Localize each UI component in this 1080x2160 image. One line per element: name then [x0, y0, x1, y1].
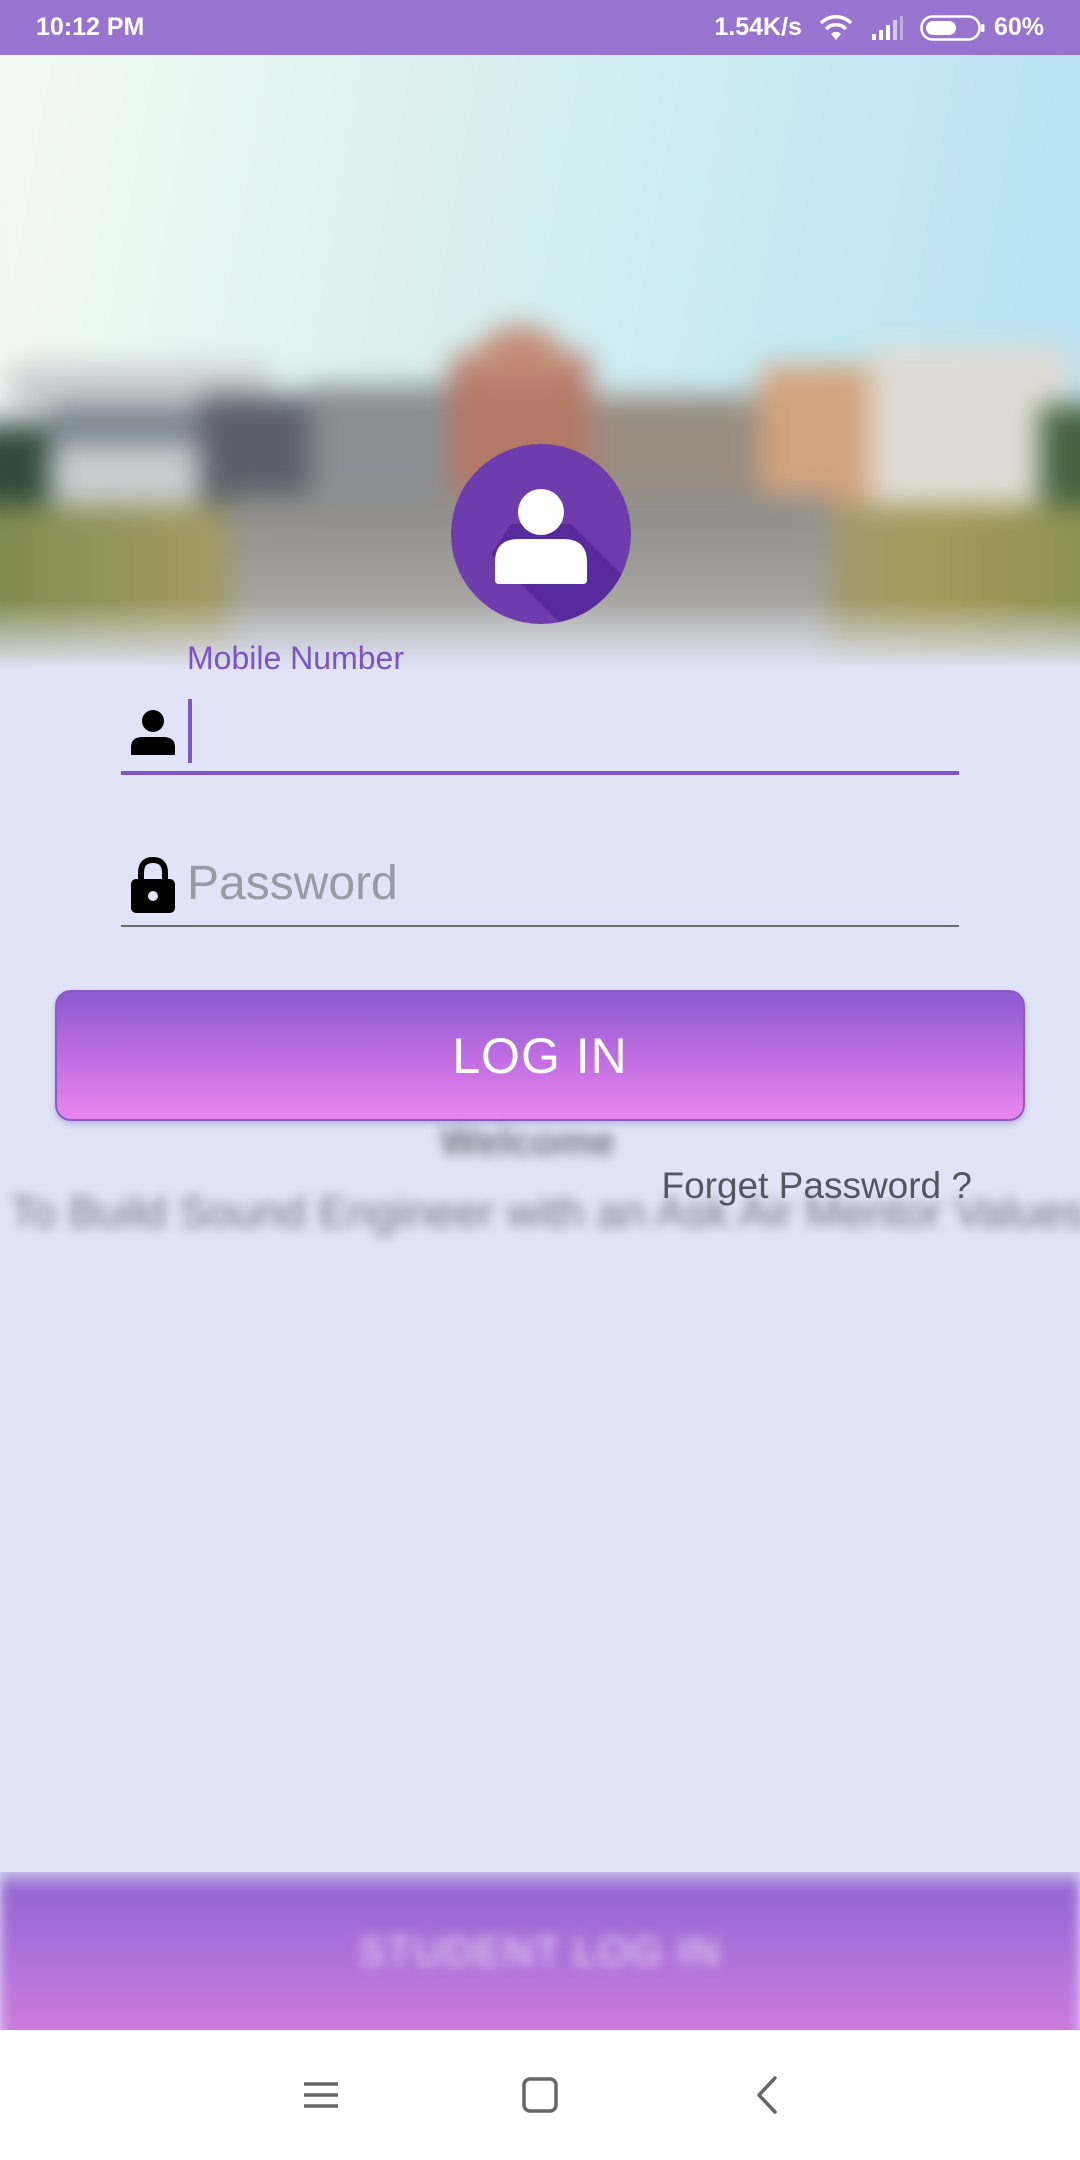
login-button[interactable]: LOG IN: [55, 990, 1025, 1121]
login-screen: 10:12 PM 1.54K/s 60% Mobile Number LOG I…: [0, 0, 1080, 2160]
password-input[interactable]: [187, 845, 947, 921]
status-bar: 10:12 PM 1.54K/s 60%: [0, 0, 1080, 55]
back-icon[interactable]: [743, 2070, 793, 2120]
welcome-blurred-text: Welcome: [440, 1120, 615, 1164]
mobile-number-label: Mobile Number: [187, 640, 404, 676]
status-time: 10:12 PM: [36, 13, 145, 41]
battery-icon: [920, 14, 985, 41]
person-icon: [129, 707, 177, 762]
forgot-password-link[interactable]: Forget Password ?: [661, 1165, 972, 1207]
student-login-bar[interactable]: STUDENT LOG IN: [0, 1872, 1080, 2030]
signal-icon: [870, 15, 904, 41]
battery-indicator: 60%: [920, 13, 1044, 42]
password-field[interactable]: [121, 845, 959, 927]
navigation-bar: [0, 2030, 1080, 2160]
student-login-label: STUDENT LOG IN: [358, 1930, 722, 1974]
network-speed: 1.54K/s: [714, 13, 802, 41]
lock-icon: [129, 855, 177, 920]
user-avatar-icon: [451, 444, 631, 624]
text-cursor: [188, 699, 192, 763]
menu-icon[interactable]: [296, 2070, 346, 2120]
mobile-number-input[interactable]: [187, 695, 947, 771]
home-icon[interactable]: [515, 2070, 565, 2120]
battery-percent: 60%: [993, 13, 1044, 41]
mobile-number-field[interactable]: [121, 695, 959, 775]
status-indicators: 1.54K/s 60%: [714, 13, 1044, 42]
wifi-icon: [818, 14, 854, 42]
